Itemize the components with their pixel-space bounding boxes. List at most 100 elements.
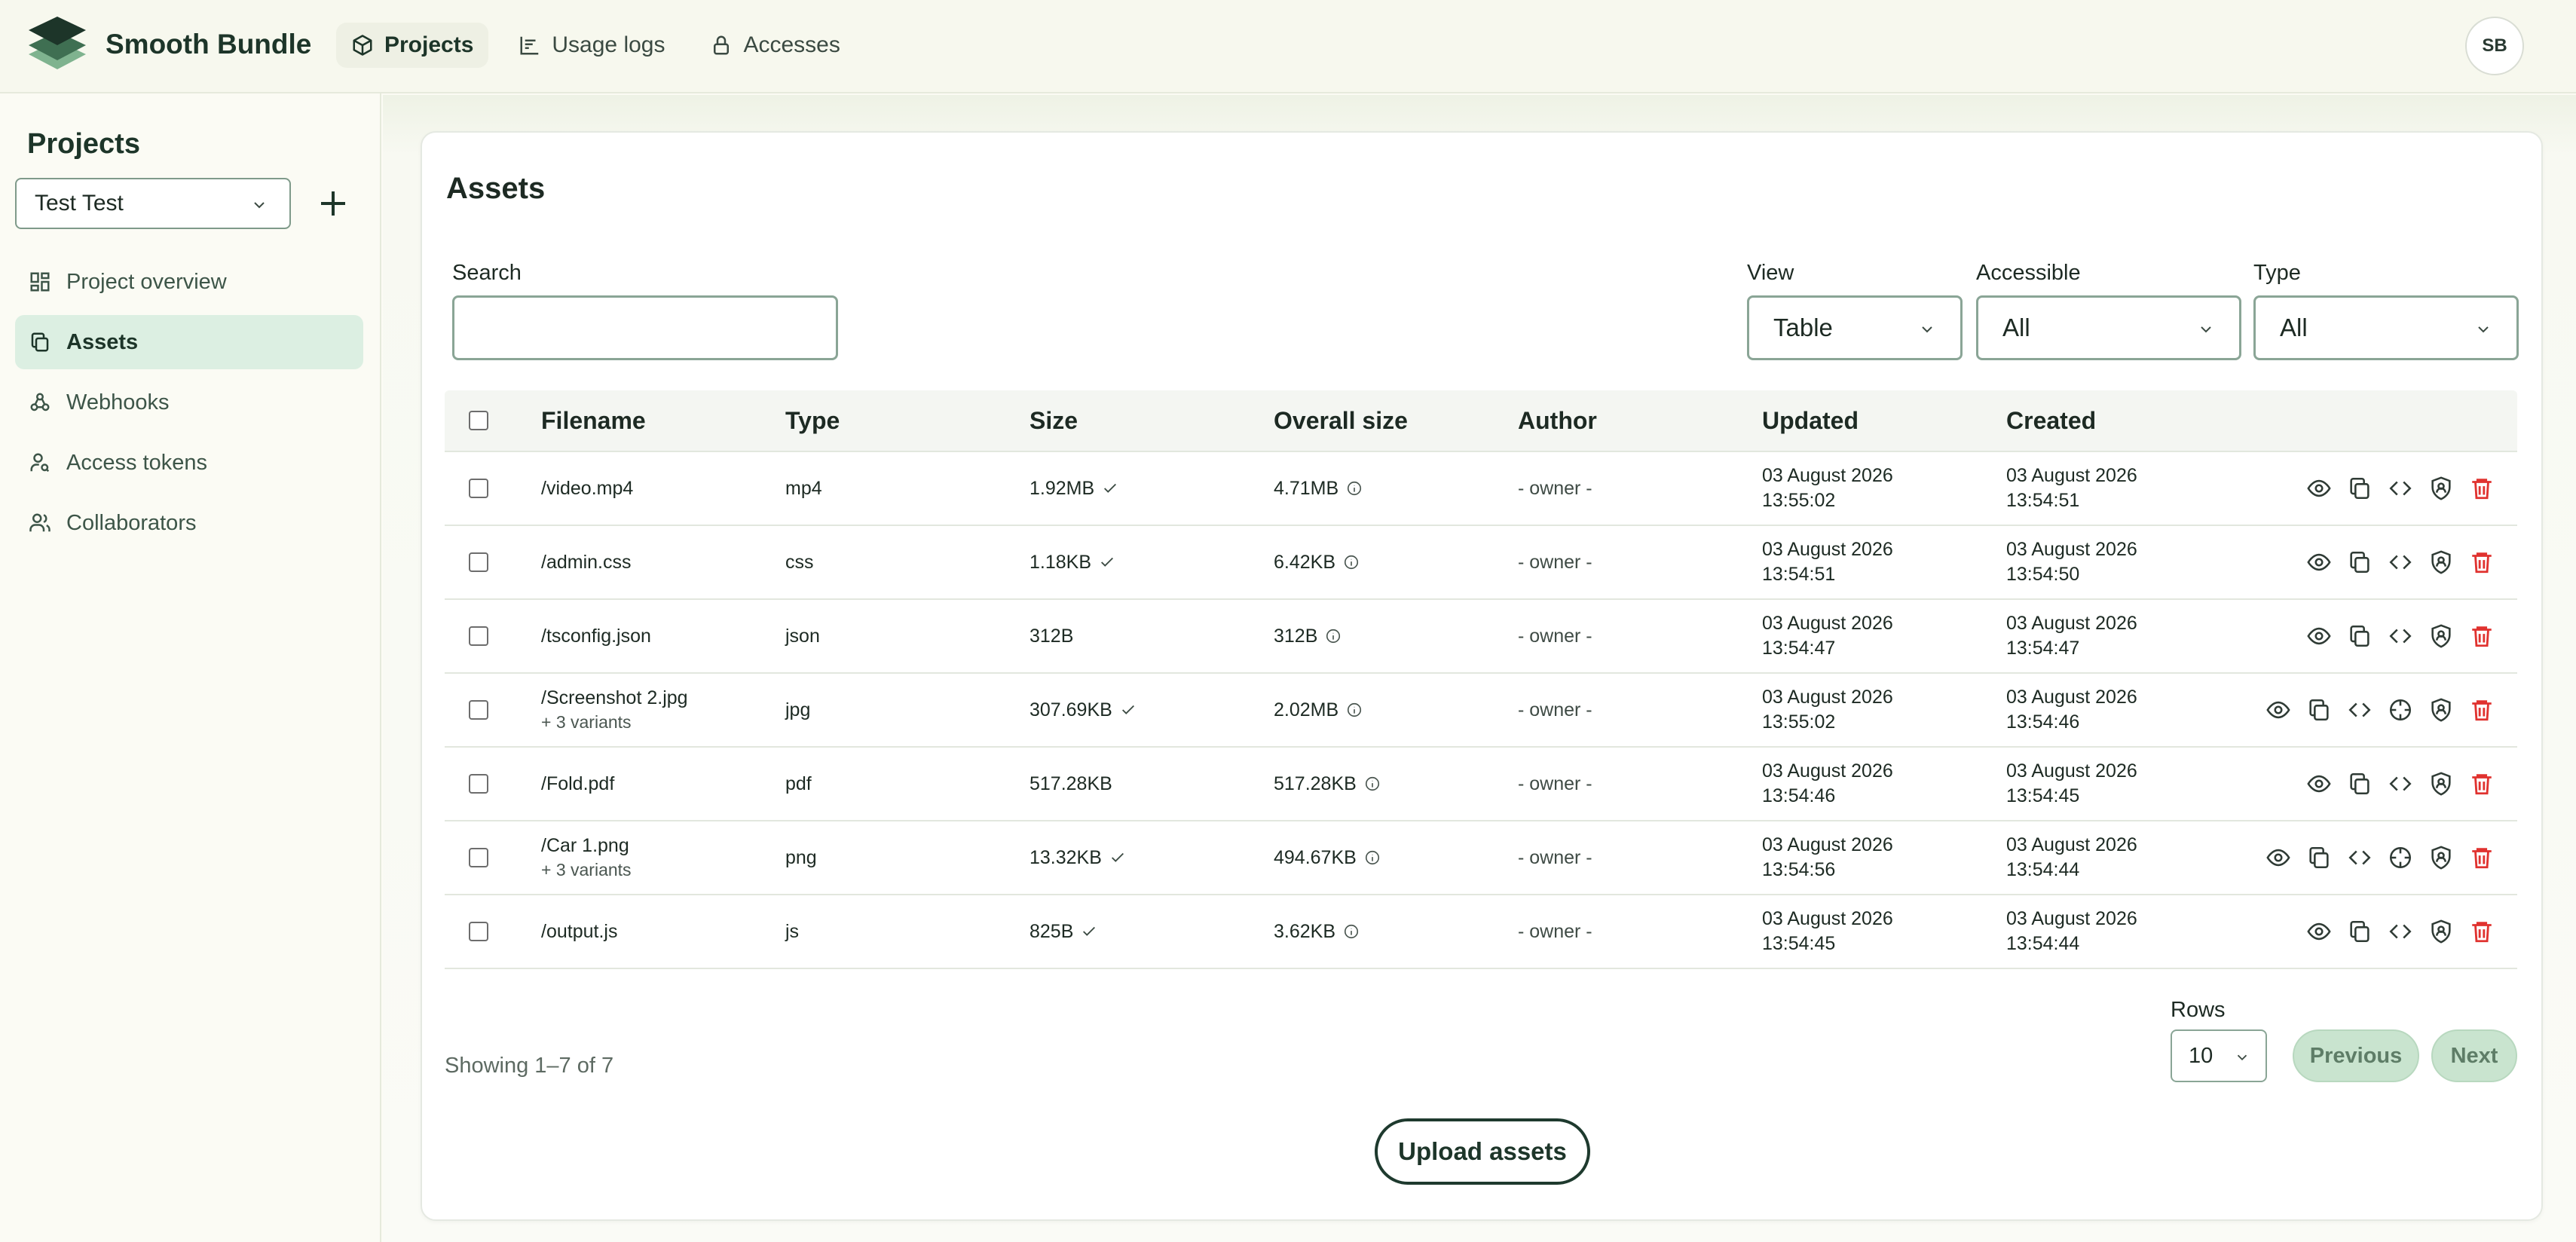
column-header[interactable]: Updated bbox=[1762, 408, 2006, 433]
column-header[interactable]: Overall size bbox=[1274, 407, 1518, 435]
row-checkbox[interactable] bbox=[469, 774, 488, 794]
table-row[interactable]: /admin.css css 1.18KB 6.42KB - owner - 03 Aug… bbox=[445, 526, 2517, 600]
column-header[interactable]: Author bbox=[1518, 407, 1762, 435]
code-icon[interactable] bbox=[2388, 771, 2413, 797]
trash-icon[interactable] bbox=[2469, 771, 2495, 797]
project-select[interactable]: Test Test bbox=[15, 178, 291, 229]
table-row[interactable]: /Screenshot 2.jpg + 3 variants jpg 307.69KB… bbox=[445, 674, 2517, 748]
nav-projects[interactable]: Projects bbox=[336, 23, 489, 68]
code-icon[interactable] bbox=[2388, 476, 2413, 501]
search-input[interactable] bbox=[452, 295, 838, 360]
info-icon[interactable] bbox=[1325, 628, 1342, 644]
eye-icon[interactable] bbox=[2306, 771, 2332, 797]
code-icon[interactable] bbox=[2347, 697, 2373, 723]
table-row[interactable]: /tsconfig.json json 312B 312B - owner - 03 Au… bbox=[445, 600, 2517, 674]
select-all-checkbox[interactable] bbox=[469, 411, 488, 430]
sidebar-item-assets[interactable]: Assets bbox=[15, 315, 363, 369]
copy-icon[interactable] bbox=[2347, 549, 2373, 575]
info-icon[interactable] bbox=[1346, 480, 1363, 497]
eye-icon[interactable] bbox=[2306, 476, 2332, 501]
crosshair-icon[interactable] bbox=[2388, 845, 2413, 870]
info-icon[interactable] bbox=[1343, 923, 1360, 940]
code-icon[interactable] bbox=[2388, 919, 2413, 944]
shield-user-icon[interactable] bbox=[2428, 697, 2454, 723]
nav-usage-logs[interactable]: Usage logs bbox=[503, 23, 680, 68]
shield-user-icon[interactable] bbox=[2428, 771, 2454, 797]
add-project-button[interactable] bbox=[315, 185, 351, 222]
row-checkbox[interactable] bbox=[469, 626, 488, 646]
filename[interactable]: /admin.css bbox=[541, 552, 785, 574]
sidebar-item-webhooks[interactable]: Webhooks bbox=[15, 375, 363, 430]
row-checkbox[interactable] bbox=[469, 552, 488, 572]
filename[interactable]: /Car 1.png bbox=[541, 835, 785, 857]
info-icon[interactable] bbox=[1343, 554, 1360, 571]
crosshair-icon[interactable] bbox=[2388, 697, 2413, 723]
copy-icon[interactable] bbox=[2347, 623, 2373, 649]
filename[interactable]: /output.js bbox=[541, 921, 785, 943]
trash-icon[interactable] bbox=[2469, 845, 2495, 870]
table-row[interactable]: /video.mp4 mp4 1.92MB 4.71MB - owner - 03 Aug… bbox=[445, 452, 2517, 526]
row-checkbox[interactable] bbox=[469, 922, 488, 941]
table-row[interactable]: /Car 1.png + 3 variants png 13.32KB 494.67KB… bbox=[445, 821, 2517, 895]
eye-icon[interactable] bbox=[2306, 549, 2332, 575]
view-select-value: Table bbox=[1773, 314, 1833, 341]
shield-user-icon[interactable] bbox=[2428, 919, 2454, 944]
view-select[interactable]: Table bbox=[1747, 295, 1963, 360]
check-icon bbox=[1081, 923, 1097, 940]
nav-accesses[interactable]: Accesses bbox=[695, 23, 855, 68]
row-checkbox[interactable] bbox=[469, 848, 488, 867]
shield-user-icon[interactable] bbox=[2428, 623, 2454, 649]
copy-icon[interactable] bbox=[2306, 845, 2332, 870]
file-size: 1.92MB bbox=[1029, 477, 1095, 499]
row-checkbox[interactable] bbox=[469, 479, 488, 498]
previous-button[interactable]: Previous bbox=[2293, 1029, 2419, 1082]
copy-icon[interactable] bbox=[2347, 919, 2373, 944]
table-row[interactable]: /Fold.pdf pdf 517.28KB 517.28KB - owner - 03 … bbox=[445, 748, 2517, 821]
author: - owner - bbox=[1518, 625, 1592, 647]
eye-icon[interactable] bbox=[2265, 697, 2291, 723]
copy-icon[interactable] bbox=[2347, 476, 2373, 501]
filename[interactable]: /Fold.pdf bbox=[541, 773, 785, 795]
table-row[interactable]: /output.js js 825B 3.62KB - owner - 03 August… bbox=[445, 895, 2517, 969]
created-date: 03 August 2026 bbox=[2006, 465, 2137, 486]
sidebar-item-access-tokens[interactable]: Access tokens bbox=[15, 436, 363, 490]
rows-per-page-select[interactable]: 10 bbox=[2171, 1029, 2267, 1082]
info-icon[interactable] bbox=[1346, 702, 1363, 718]
info-icon[interactable] bbox=[1364, 775, 1381, 792]
code-icon[interactable] bbox=[2347, 845, 2373, 870]
shield-user-icon[interactable] bbox=[2428, 845, 2454, 870]
filename[interactable]: /video.mp4 bbox=[541, 478, 785, 500]
column-header[interactable]: Type bbox=[785, 407, 1029, 435]
next-button[interactable]: Next bbox=[2431, 1029, 2517, 1082]
shield-user-icon[interactable] bbox=[2428, 476, 2454, 501]
eye-icon[interactable] bbox=[2306, 623, 2332, 649]
copy-icon[interactable] bbox=[2347, 771, 2373, 797]
column-header[interactable]: Created bbox=[2006, 408, 2250, 433]
column-header[interactable]: Filename bbox=[541, 407, 785, 435]
trash-icon[interactable] bbox=[2469, 623, 2495, 649]
logo-icon bbox=[29, 17, 86, 69]
filename[interactable]: /Screenshot 2.jpg bbox=[541, 687, 785, 709]
type-select[interactable]: All bbox=[2253, 295, 2519, 360]
trash-icon[interactable] bbox=[2469, 697, 2495, 723]
chevron-down-icon bbox=[254, 202, 265, 209]
filename[interactable]: /tsconfig.json bbox=[541, 626, 785, 647]
accessible-select[interactable]: All bbox=[1976, 295, 2241, 360]
nav-accesses-label: Accesses bbox=[743, 32, 840, 57]
copy-icon[interactable] bbox=[2306, 697, 2332, 723]
info-icon[interactable] bbox=[1364, 849, 1381, 866]
code-icon[interactable] bbox=[2388, 549, 2413, 575]
trash-icon[interactable] bbox=[2469, 549, 2495, 575]
avatar[interactable]: SB bbox=[2465, 17, 2524, 75]
row-checkbox[interactable] bbox=[469, 700, 488, 720]
trash-icon[interactable] bbox=[2469, 919, 2495, 944]
eye-icon[interactable] bbox=[2265, 845, 2291, 870]
upload-assets-button[interactable]: Upload assets bbox=[1375, 1118, 1590, 1185]
code-icon[interactable] bbox=[2388, 623, 2413, 649]
shield-user-icon[interactable] bbox=[2428, 549, 2454, 575]
trash-icon[interactable] bbox=[2469, 476, 2495, 501]
sidebar-item-collaborators[interactable]: Collaborators bbox=[15, 496, 363, 550]
eye-icon[interactable] bbox=[2306, 919, 2332, 944]
column-header[interactable]: Size bbox=[1029, 407, 1274, 435]
sidebar-item-project-overview[interactable]: Project overview bbox=[15, 255, 363, 309]
